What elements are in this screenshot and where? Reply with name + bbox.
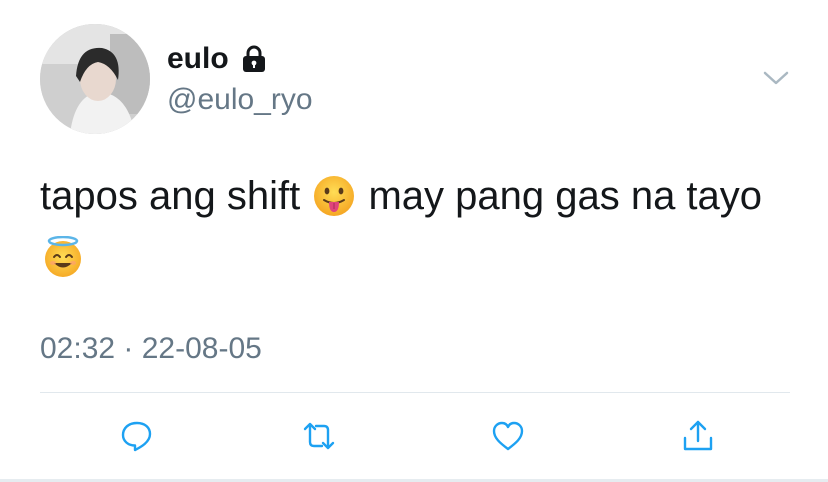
display-name-label: eulo [167, 42, 229, 75]
display-name[interactable]: eulo [167, 41, 269, 77]
tweet-text-part1: tapos ang shift [40, 174, 301, 218]
like-icon[interactable] [490, 418, 526, 454]
tweet-timestamp[interactable]: 02:32 · 22-08-05 [40, 331, 262, 367]
smiling-face-with-halo-icon [42, 236, 84, 278]
retweet-icon[interactable] [301, 418, 337, 454]
user-handle[interactable]: @eulo_ryo [167, 82, 313, 118]
lock-icon [239, 44, 269, 74]
avatar[interactable] [40, 24, 150, 134]
share-icon[interactable] [680, 418, 716, 454]
divider [40, 392, 790, 393]
tweet-text-part2: may pang gas na tayo [368, 174, 763, 218]
chevron-down-icon[interactable] [760, 66, 792, 90]
reply-icon[interactable] [119, 418, 155, 454]
face-with-tongue-icon [313, 175, 355, 217]
tweet-text: tapos ang shift may pang gas na tayo [40, 166, 790, 288]
